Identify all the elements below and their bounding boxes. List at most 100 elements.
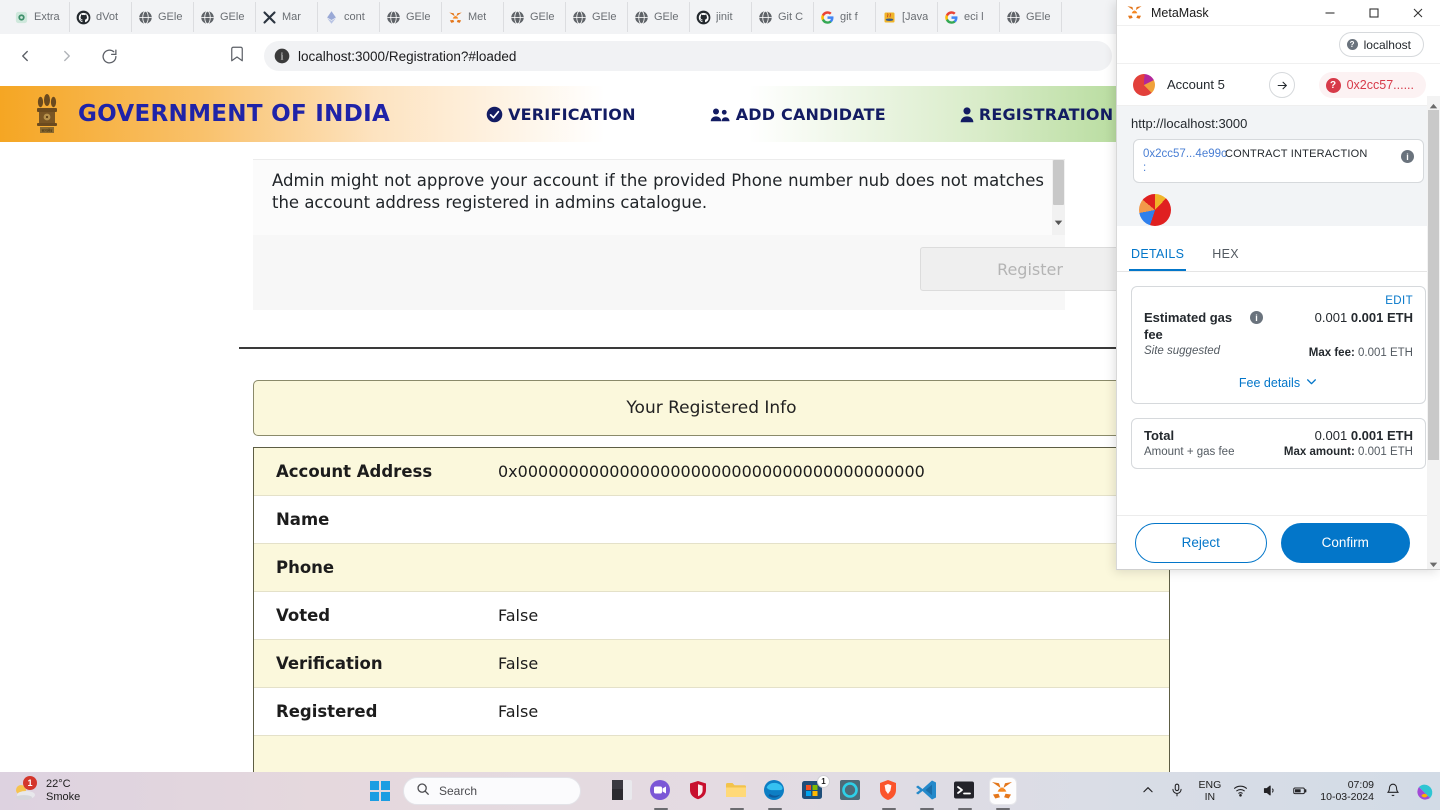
tray-expand-icon[interactable] <box>1141 783 1158 800</box>
contract-address[interactable]: 0x2cc57...4e99c : <box>1143 147 1227 175</box>
app-brave-icon[interactable] <box>876 778 902 810</box>
app-mcafee-icon[interactable] <box>686 778 712 804</box>
nav-item-registration-label: REGISTRATION <box>978 104 1114 124</box>
chevron-down-icon[interactable] <box>1054 214 1063 226</box>
gas-fee-values: 0.001 0.001 ETH <box>1315 309 1413 327</box>
app-widgets-icon[interactable] <box>610 778 636 804</box>
edit-gas-button[interactable]: EDIT <box>1144 295 1413 307</box>
total-box: Total 0.001 0.001 ETH Amount + gas fee M… <box>1131 418 1426 469</box>
language-indicator[interactable]: ENG IN <box>1199 779 1222 803</box>
browser-tab[interactable]: GEle <box>628 2 690 32</box>
maximize-icon[interactable] <box>1352 0 1396 26</box>
browser-tab[interactable]: Git C <box>752 2 814 32</box>
metamask-scroll-thumb[interactable] <box>1428 110 1439 460</box>
reject-button[interactable]: Reject <box>1135 522 1267 563</box>
volume-icon[interactable] <box>1262 783 1279 800</box>
gas-fee-amount: 0.001 0.001 ETH <box>1315 310 1413 325</box>
wifi-icon[interactable] <box>1233 783 1250 800</box>
microphone-icon[interactable] <box>1170 783 1187 800</box>
register-area: Register <box>253 235 1140 310</box>
java-icon <box>882 10 897 25</box>
tab-details[interactable]: DETAILS <box>1129 237 1187 271</box>
app-teams-icon[interactable] <box>838 778 864 804</box>
app-edge-icon[interactable] <box>762 778 788 810</box>
notice-scrollbar[interactable] <box>1052 160 1065 236</box>
browser-tab[interactable]: dVot <box>70 2 132 32</box>
register-button[interactable]: Register <box>920 247 1140 291</box>
globe-icon <box>138 10 153 25</box>
nav-item-add-candidate-label: ADD CANDIDATE <box>735 104 886 124</box>
taskbar-clock[interactable]: 07:09 10-03-2024 <box>1320 779 1374 803</box>
browser-tab[interactable]: jinit <box>690 2 752 32</box>
forward-button[interactable] <box>50 39 84 73</box>
weather-badge: 1 <box>23 776 37 790</box>
info-icon[interactable]: i <box>1401 150 1414 163</box>
scroll-down-icon[interactable] <box>1429 556 1438 568</box>
browser-tab-label: Met <box>468 11 487 23</box>
recipient-address-pill[interactable]: ? 0x2cc57...... <box>1318 72 1426 98</box>
fee-details-label: Fee details <box>1238 376 1301 390</box>
minimize-icon[interactable] <box>1308 0 1352 26</box>
browser-tab[interactable]: Met <box>442 2 504 32</box>
browser-tab[interactable]: cont <box>318 2 380 32</box>
battery-icon[interactable] <box>1291 783 1308 800</box>
copilot-icon[interactable] <box>1415 783 1433 800</box>
browser-tab[interactable]: GEle <box>380 2 442 32</box>
windows-taskbar: 1 22°C Smoke Search 1 ENG IN 07:09 10-03… <box>0 772 1440 810</box>
app-metamask-icon[interactable] <box>990 778 1016 810</box>
browser-tab-label: GEle <box>406 11 431 23</box>
gas-fee-info-icon[interactable]: i <box>1250 311 1263 324</box>
table-row: Verification False <box>254 640 1169 688</box>
total-primary: 0.001 ETH <box>1350 428 1413 443</box>
browser-tab-label: GEle <box>530 11 555 23</box>
back-button[interactable] <box>8 39 42 73</box>
nav-item-add-candidate[interactable]: ADD CANDIDATE <box>710 105 886 124</box>
browser-tab[interactable]: Mar <box>256 2 318 32</box>
max-fee-value: 0.001 ETH <box>1358 347 1413 359</box>
scroll-up-icon[interactable] <box>1429 98 1438 109</box>
app-meet-icon[interactable] <box>648 778 674 810</box>
app-file-explorer-icon[interactable] <box>724 778 750 810</box>
clock-time: 07:09 <box>1347 779 1374 791</box>
tab-hex[interactable]: HEX <box>1210 237 1241 271</box>
metamask-scrollbar[interactable] <box>1427 96 1440 569</box>
browser-tab[interactable]: GEle <box>194 2 256 32</box>
notification-bell-icon[interactable] <box>1386 783 1403 800</box>
browser-tab[interactable]: GEle <box>566 2 628 32</box>
ethereum-icon <box>324 10 339 25</box>
nav-item-verification[interactable]: VERIFICATION <box>486 105 636 124</box>
browser-tab[interactable]: git f <box>814 2 876 32</box>
gas-fee-label: Estimated gas fee <box>1144 310 1233 342</box>
browser-tab-label: GEle <box>1026 11 1051 23</box>
bookmark-icon[interactable] <box>228 45 250 67</box>
cross-icon <box>262 10 277 25</box>
browser-tab[interactable]: eci l <box>938 2 1000 32</box>
network-selector[interactable]: ? localhost <box>1338 32 1424 57</box>
browser-tab[interactable]: GEle <box>504 2 566 32</box>
taskbar-search-box[interactable]: Search <box>403 777 581 805</box>
taskbar-weather-widget[interactable]: 1 22°C Smoke <box>12 776 80 804</box>
close-icon[interactable] <box>1396 0 1440 26</box>
browser-tab[interactable]: [Java <box>876 2 938 32</box>
confirm-button[interactable]: Confirm <box>1280 522 1410 563</box>
notice-scroll-thumb[interactable] <box>1053 160 1064 205</box>
reload-button[interactable] <box>92 39 126 73</box>
site-info-icon[interactable]: i <box>274 48 290 64</box>
browser-tab[interactable]: Extra <box>8 2 70 32</box>
nav-item-registration[interactable]: REGISTRATION <box>960 105 1114 124</box>
browser-tab[interactable]: GEle <box>1000 2 1062 32</box>
metamask-network-row: ? localhost <box>1117 26 1440 64</box>
address-bar[interactable]: i localhost:3000/Registration?#loaded <box>264 41 1112 71</box>
app-microsoft-store-icon[interactable]: 1 <box>800 775 830 804</box>
app-terminal-icon[interactable] <box>952 778 978 810</box>
table-footer-spacer <box>254 736 1169 772</box>
contract-interaction-box[interactable]: 0x2cc57...4e99c : CONTRACT INTERACTION i <box>1133 139 1424 183</box>
network-label: localhost <box>1363 37 1411 52</box>
start-button-icon[interactable] <box>368 779 392 803</box>
app-vscode-icon[interactable] <box>914 778 940 810</box>
svg-text:i: i <box>281 51 284 62</box>
fee-details-toggle[interactable]: Fee details <box>1144 375 1413 391</box>
browser-tab[interactable]: GEle <box>132 2 194 32</box>
github-icon <box>76 10 91 25</box>
metamask-window-title: MetaMask <box>1151 5 1209 20</box>
